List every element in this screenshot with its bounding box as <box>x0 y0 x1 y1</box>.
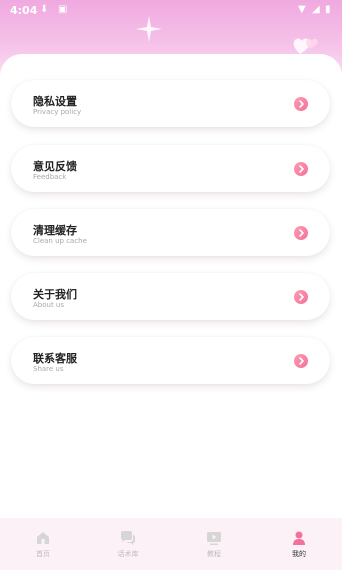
status-time: 4:04 <box>10 4 38 17</box>
chevron-right-icon <box>294 290 308 304</box>
battery-icon: ▮ <box>325 4 331 15</box>
menu-item-subtitle: Feedback <box>33 173 67 181</box>
menu-item-title: 清理缓存 <box>33 224 77 237</box>
menu-item-title: 联系客服 <box>33 352 77 365</box>
tab-home[interactable]: 首页 <box>0 518 86 570</box>
download-icon: ⬇ <box>40 4 49 15</box>
menu-item-contact[interactable]: 联系客服 Share us <box>11 337 330 384</box>
user-icon <box>293 531 305 545</box>
tab-label: 话术库 <box>117 550 139 558</box>
menu-item-title: 意见反馈 <box>33 160 77 173</box>
chevron-right-icon <box>294 162 308 176</box>
tab-tutorial[interactable]: 教程 <box>171 518 257 570</box>
menu-item-subtitle: Clean up cache <box>33 237 87 245</box>
tab-label: 教程 <box>207 550 221 558</box>
chevron-right-icon <box>294 97 308 111</box>
home-icon <box>37 532 49 544</box>
hearts-icon <box>293 38 318 54</box>
tab-mine[interactable]: 我的 <box>256 518 342 570</box>
menu-item-subtitle: Privacy policy <box>33 108 82 116</box>
notification-icon: ▣ <box>58 4 68 15</box>
menu-item-clear-cache[interactable]: 清理缓存 Clean up cache <box>11 209 330 256</box>
video-icon <box>207 532 221 545</box>
settings-panel: 隐私设置 Privacy policy 意见反馈 Feedback 清理缓存 C… <box>0 54 342 518</box>
menu-item-title: 隐私设置 <box>33 95 77 108</box>
bottom-tab-bar: 首页 话术库 教程 我的 <box>0 518 342 570</box>
menu-item-title: 关于我们 <box>33 288 77 301</box>
chevron-right-icon <box>294 226 308 240</box>
tab-phrases[interactable]: 话术库 <box>85 518 171 570</box>
menu-item-about[interactable]: 关于我们 About us <box>11 273 330 320</box>
tab-label: 首页 <box>36 550 50 558</box>
tab-label: 我的 <box>292 550 306 558</box>
status-bar: 4:04 ⬇ ▣ ▼ ◢ ▮ <box>0 0 342 22</box>
menu-item-privacy[interactable]: 隐私设置 Privacy policy <box>11 80 330 127</box>
signal-icon: ◢ <box>312 4 320 15</box>
wifi-icon: ▼ <box>298 4 306 15</box>
menu-item-feedback[interactable]: 意见反馈 Feedback <box>11 145 330 192</box>
menu-item-subtitle: About us <box>33 301 65 309</box>
chevron-right-icon <box>294 354 308 368</box>
menu-item-subtitle: Share us <box>33 365 64 373</box>
sparkle-icon <box>136 16 162 42</box>
chat-icon <box>121 531 135 545</box>
